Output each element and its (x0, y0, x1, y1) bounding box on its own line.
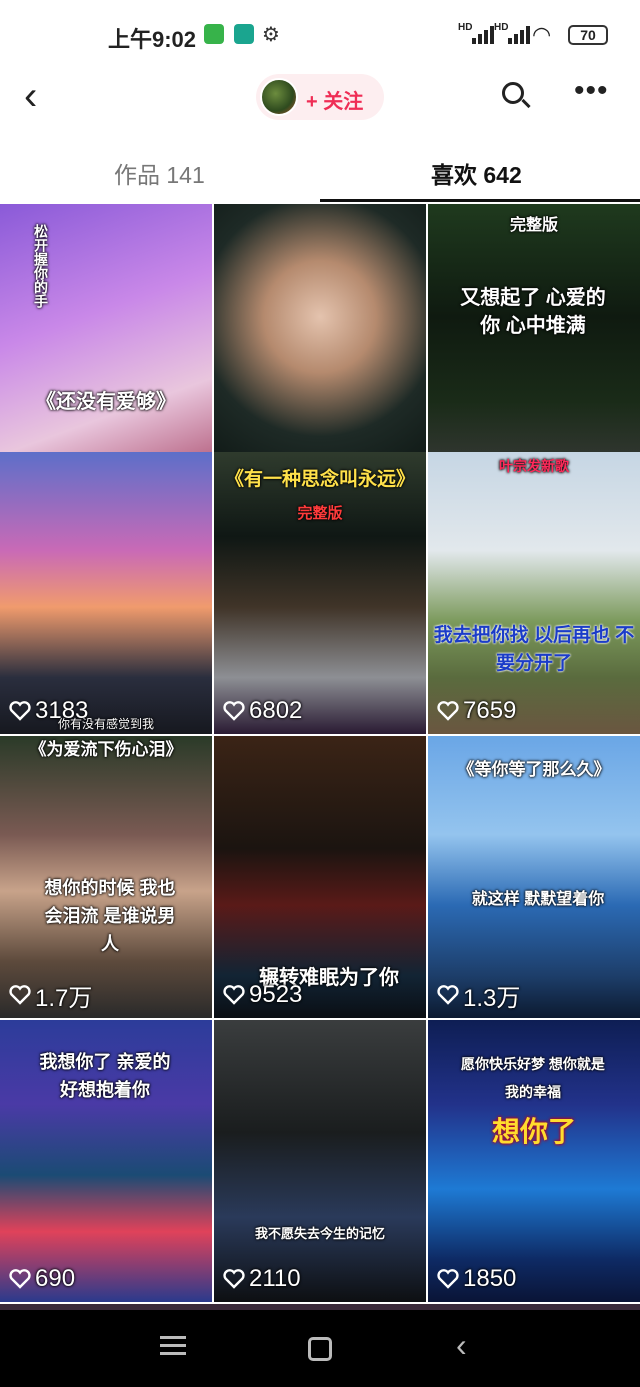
tab-works[interactable]: 作品 141 (114, 156, 205, 190)
tile-caption: 《还没有爱够》 (36, 391, 176, 413)
tile-lyrics: 又想起了 心爱的你 心中堆满 (460, 287, 606, 337)
like-count: 1.7万 (8, 982, 92, 1012)
tile-title: 想你了 (491, 1116, 576, 1147)
tile-caption: 《有一种思念叫永远》 (224, 469, 415, 490)
video-tile[interactable]: 完整版 又想起了 心爱的你 心中堆满 7.8万 (428, 204, 640, 486)
status-time: 上午9:02 (108, 27, 197, 52)
profile-tabs: 作品 141 喜欢 642 (0, 134, 640, 204)
like-count-value: 1.3万 (463, 984, 521, 1012)
follow-button[interactable]: + 关注 (256, 74, 384, 120)
more-icon[interactable]: ••• (574, 74, 614, 110)
like-count: 1.3万 (436, 982, 520, 1012)
video-grid: 松开握你的手 《还没有爱够》 6.1万 12.1万 完整版 又想起了 心爱的你 … (0, 204, 640, 1308)
heart-icon (223, 701, 245, 721)
like-count-value: 690 (35, 1265, 76, 1292)
video-tile[interactable]: 我不愿失去今生的记忆 2110 (214, 1020, 426, 1302)
tile-caption: 我不愿失去今生的记忆 (254, 1226, 385, 1241)
like-count: 2110 (222, 1265, 301, 1292)
tile-caption: 《等你等了那么久》 (457, 760, 611, 779)
video-tile[interactable]: 叶宗发新歌 我去把你找 以后再也 不要分开了 7659 (428, 452, 640, 734)
back-chevron-icon[interactable]: ‹ (24, 76, 64, 120)
like-count: 3183 (8, 697, 89, 724)
system-nav-bar: ‹ (0, 1310, 640, 1387)
tile-lyrics: 就这样 默默望着你 (471, 891, 605, 908)
notification-app-icon (204, 24, 224, 44)
video-tile[interactable]: 愿你快乐好梦 想你就是我的幸福 想你了 1850 (428, 1020, 640, 1302)
video-tile[interactable]: 《等你等了那么久》 就这样 默默望着你 1.3万 (428, 736, 640, 1018)
tile-caption: 叶宗发新歌 (499, 458, 569, 474)
heart-icon (9, 985, 31, 1005)
video-tile[interactable]: 松开握你的手 《还没有爱够》 6.1万 (0, 204, 212, 486)
like-count-value: 1.7万 (35, 984, 93, 1012)
heart-icon (9, 1269, 31, 1289)
like-count-value: 7659 (463, 697, 517, 724)
like-count: 690 (8, 1265, 76, 1292)
battery-indicator: 70 (568, 25, 608, 45)
like-count-value: 6802 (249, 697, 303, 724)
video-tile[interactable]: 我想你了 亲爱的 好想抱着你 690 (0, 1020, 212, 1302)
heart-icon (9, 701, 31, 721)
search-icon[interactable] (498, 78, 534, 114)
top-nav-bar: ‹ + 关注 ••• (0, 64, 640, 134)
settings-gear-icon: ⚙ (262, 24, 280, 46)
like-count-value: 1850 (463, 1265, 517, 1292)
follow-label: + 关注 (306, 91, 364, 113)
heart-icon (223, 1269, 245, 1289)
tile-caption: 《为爱流下伤心泪》 (29, 740, 183, 759)
like-count-value: 9523 (249, 981, 303, 1008)
video-tile[interactable]: 你有没有感觉到我 3183 (0, 452, 212, 734)
like-count: 6802 (222, 697, 303, 724)
status-bar: 上午9:02 ⚙ HD HD ◠ 70 (0, 0, 640, 64)
wifi-icon: ◠ (532, 22, 552, 47)
video-tile[interactable]: 《有一种思念叫永远》 完整版 6802 (214, 452, 426, 734)
signal-icon-2: HD (494, 22, 534, 44)
avatar[interactable] (260, 78, 298, 116)
heart-icon (223, 985, 245, 1005)
like-count: 7659 (436, 697, 517, 724)
back-triangle-icon[interactable]: ‹ (456, 1328, 467, 1362)
like-count-value: 3183 (35, 697, 89, 724)
tile-caption: 完整版 (509, 217, 558, 234)
tile-caption: 我想你了 亲爱的 好想抱着你 (39, 1052, 171, 1100)
active-tab-indicator (320, 199, 640, 202)
heart-icon (437, 701, 459, 721)
tile-lyrics: 我去把你找 以后再也 不要分开了 (433, 625, 635, 674)
home-square-icon[interactable] (308, 1337, 332, 1361)
tile-lyrics: 想你的时候 我也会泪流 是谁说男人 (44, 878, 176, 954)
tile-caption: 愿你快乐好梦 想你就是我的幸福 (461, 1056, 605, 1100)
tile-caption-sub: 完整版 (297, 505, 343, 522)
video-tile[interactable]: 辗转难眠为了你 9523 (214, 736, 426, 1018)
menu-icon[interactable] (160, 1332, 186, 1366)
notification-shield-icon (234, 24, 254, 44)
heart-icon (437, 985, 459, 1005)
like-count: 1850 (436, 1265, 517, 1292)
like-count: 9523 (222, 981, 303, 1008)
tile-side-text: 松开握你的手 (33, 224, 49, 308)
like-count-value: 2110 (249, 1265, 301, 1292)
heart-icon (437, 1269, 459, 1289)
video-tile[interactable]: 12.1万 (214, 204, 426, 486)
signal-icon: HD (458, 22, 498, 44)
tab-likes[interactable]: 喜欢 642 (431, 156, 522, 190)
video-tile[interactable]: 《为爱流下伤心泪》 想你的时候 我也会泪流 是谁说男人 1.7万 (0, 736, 212, 1018)
